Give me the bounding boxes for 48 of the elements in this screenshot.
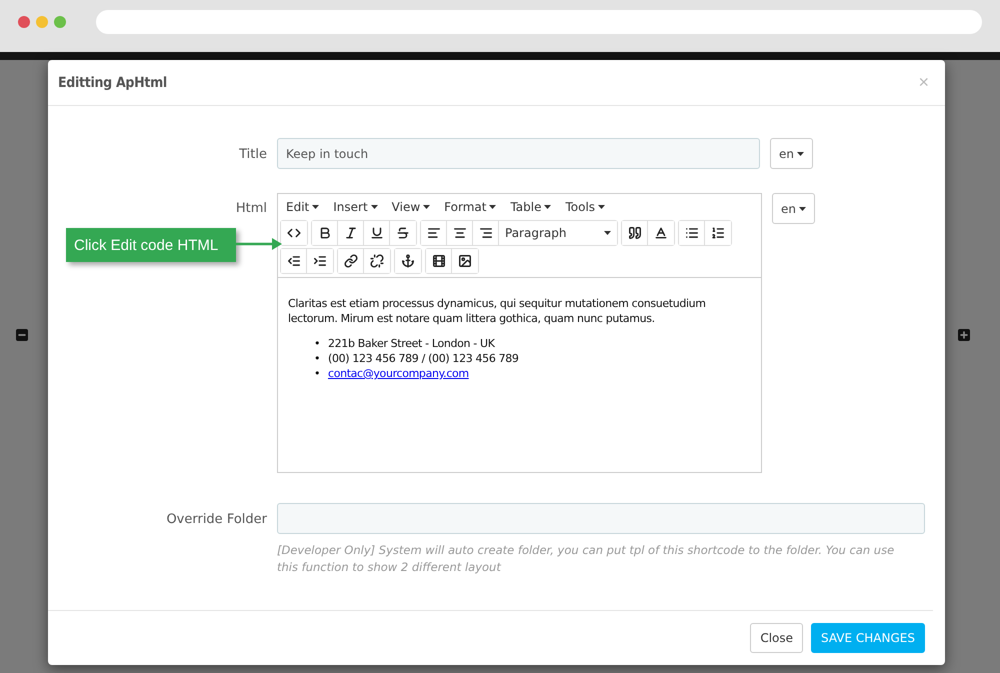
caret-icon (489, 205, 496, 209)
close-window-dot[interactable] (18, 16, 30, 28)
menu-item[interactable]: Tools (565, 200, 606, 214)
anchor-icon[interactable] (395, 249, 421, 273)
callout-label: Click Edit code HTML (66, 228, 236, 262)
input-field[interactable]: Keep in touch (277, 138, 760, 169)
help-text: [Developer Only] System will auto create folder, you can put tpl of this shortcode to the folder. You can use this function to show 2 different layout (277, 542, 896, 576)
outdent-icon[interactable] (281, 249, 307, 273)
bullet-list-icon[interactable] (679, 221, 705, 245)
bold-icon[interactable] (312, 221, 338, 245)
input-field[interactable] (277, 503, 925, 534)
caret-icon (604, 231, 611, 235)
menu-item[interactable]: View (392, 200, 430, 214)
bullet-mark: • (314, 366, 322, 381)
bullet-mark: • (314, 351, 322, 366)
film-icon[interactable] (426, 249, 452, 273)
paragraph-text: Claritas est etiam processus dynamicus, qui sequitur mutationem consuetudium lectorum. Mirum est notare quam littera gothica, quam nunc putamus. (288, 296, 707, 326)
modal-title: Editting ApHtml (58, 74, 167, 90)
quote-icon[interactable] (622, 221, 648, 245)
caret-icon (598, 205, 606, 209)
list-item-text: (00) 123 456 789 / (00) 123 456 789 (328, 351, 519, 366)
field-label: Override Folder (165, 511, 267, 527)
field-label: Html (234, 200, 267, 216)
field-label: Title (238, 146, 267, 162)
menu-item[interactable]: Edit (286, 200, 320, 214)
align-left-icon[interactable] (421, 221, 447, 245)
arrow (236, 238, 282, 250)
menu-item[interactable]: Table (510, 200, 552, 214)
caret-icon (312, 205, 320, 209)
language-dropdown[interactable]: en (772, 193, 815, 224)
maximize-window-dot[interactable] (54, 16, 66, 28)
bullet-mark: • (314, 336, 322, 351)
plus-icon (958, 329, 970, 341)
caret-icon (799, 206, 806, 210)
code-icon[interactable] (281, 221, 307, 245)
list-item-text: 221b Baker Street - London - UK (328, 336, 495, 351)
caret-icon (797, 152, 804, 156)
caret-icon (544, 205, 552, 209)
menu-item[interactable]: Insert (333, 200, 378, 214)
language-dropdown[interactable]: en (770, 138, 813, 169)
email-link[interactable]: contac@yourcompany.com (328, 366, 469, 381)
minus-icon (16, 329, 28, 341)
menu-item[interactable]: Format (444, 200, 496, 214)
caret-icon (423, 205, 430, 209)
link-icon[interactable] (338, 249, 364, 273)
close-button[interactable]: Close (750, 623, 804, 653)
minimize-window-dot[interactable] (36, 16, 48, 28)
caret-icon (370, 205, 378, 209)
